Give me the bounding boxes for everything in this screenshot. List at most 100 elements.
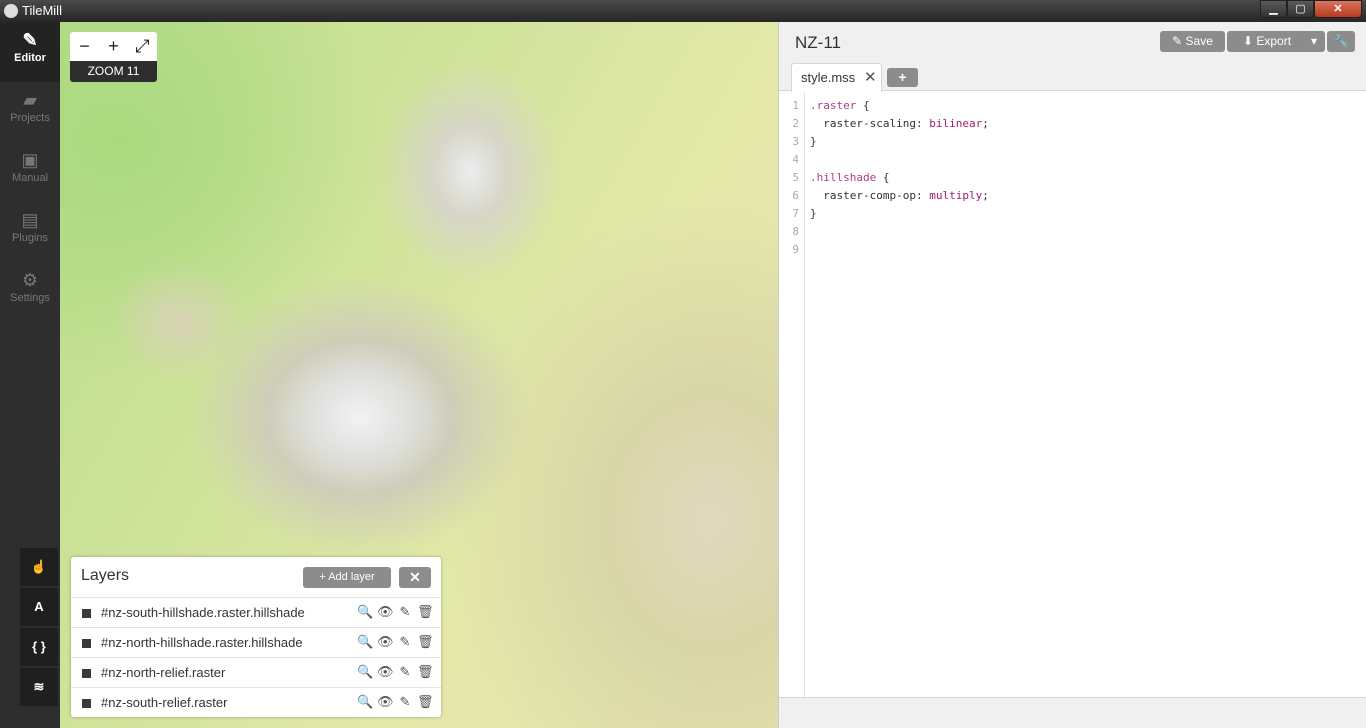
line-number: 7 (792, 207, 799, 220)
code-text: .hillshade { (810, 169, 889, 187)
zoom-level-label: ZOOM 11 (70, 61, 157, 82)
visibility-icon[interactable]: 👁 (377, 634, 394, 650)
visibility-icon[interactable]: 👁 (377, 664, 394, 680)
code-line[interactable]: 1 .raster { (779, 97, 1366, 115)
sidebar-item-editor[interactable]: ✎ Editor (0, 22, 60, 82)
layer-name: #nz-north-hillshade.raster.hillshade (101, 635, 303, 650)
add-stylesheet-button[interactable]: + (887, 68, 918, 87)
code-token: raster-scaling: (810, 117, 930, 130)
sidebar-item-label: Plugins (11, 232, 49, 244)
code-line[interactable]: 5 .hillshade { (779, 169, 1366, 187)
visibility-icon[interactable]: 👁 (377, 694, 394, 710)
editor-header: NZ-11 ✎ Save ⬇ Export ▾ 🔧 style.mss ✕ + (779, 22, 1366, 92)
sidebar-item-label: Settings (10, 292, 50, 304)
layer-type-icon (82, 699, 91, 708)
edit-icon[interactable]: ✎ (397, 664, 413, 680)
pointer-tool-button[interactable]: ☝ (20, 548, 58, 586)
close-layers-button[interactable]: ✕ (399, 567, 431, 588)
line-number: 9 (792, 243, 799, 256)
code-area[interactable]: 1 .raster {2 raster-scaling: bilinear; 3} 4… (779, 97, 1366, 259)
font-tool-button[interactable]: A (20, 588, 58, 626)
zoom-buttons: − + ⤢ (70, 32, 157, 61)
code-line[interactable]: 6 raster-comp-op: multiply; (779, 187, 1366, 205)
visibility-icon[interactable]: 👁 (377, 604, 394, 620)
code-editor-panel: NZ-11 ✎ Save ⬇ Export ▾ 🔧 style.mss ✕ + … (778, 22, 1366, 728)
edit-icon[interactable]: ✎ (397, 694, 413, 710)
maximize-button[interactable]: ▢ (1287, 0, 1314, 18)
layer-row[interactable]: #nz-south-hillshade.raster.hillshade 🔍 👁… (71, 597, 441, 627)
carto-tool-button[interactable]: { } (20, 628, 58, 666)
plugin-icon: ▤ (21, 210, 39, 230)
code-line[interactable]: 2 raster-scaling: bilinear; (779, 115, 1366, 133)
line-number: 1 (792, 99, 799, 112)
delete-icon[interactable]: 🗑 (417, 634, 434, 650)
inspect-icon[interactable]: 🔍 (357, 604, 373, 620)
line-number: 2 (792, 117, 799, 130)
line-number: 6 (792, 189, 799, 202)
project-title: NZ-11 (795, 33, 841, 52)
code-text: raster-scaling: bilinear; (810, 115, 989, 133)
sidebar-item-manual[interactable]: ▣ Manual (0, 142, 60, 202)
code-text: } (810, 205, 817, 223)
sidebar-item-plugins[interactable]: ▤ Plugins (0, 202, 60, 262)
css-selector: .hillshade (810, 171, 877, 184)
css-selector: .raster (810, 99, 857, 112)
code-token: } (810, 135, 817, 148)
zoom-control: − + ⤢ ZOOM 11 (70, 32, 157, 82)
code-token: ; (982, 117, 989, 130)
window-title: TileMill (22, 3, 62, 18)
code-line[interactable]: 9 (779, 241, 1366, 259)
tab-style-mss[interactable]: style.mss ✕ (791, 63, 882, 92)
inspect-icon[interactable]: 🔍 (357, 664, 373, 680)
edit-icon[interactable]: ✎ (397, 604, 413, 620)
fullscreen-button[interactable]: ⤢ (128, 32, 157, 61)
inspect-icon[interactable]: 🔍 (357, 694, 373, 710)
sidebar-item-label: Editor (14, 52, 46, 64)
line-number: 8 (792, 225, 799, 238)
inspect-icon[interactable]: 🔍 (357, 634, 373, 650)
line-number: 4 (792, 153, 799, 166)
layer-row[interactable]: #nz-south-relief.raster 🔍 👁 ✎ 🗑 (71, 687, 441, 717)
edit-icon[interactable]: ✎ (397, 634, 413, 650)
layers-title: Layers (81, 567, 130, 584)
gear-icon: ⚙ (21, 270, 39, 290)
folder-icon: ▰ (23, 90, 37, 110)
code-text: } (810, 133, 817, 151)
add-layer-button[interactable]: + Add layer (303, 567, 391, 588)
save-button[interactable]: ✎ Save (1160, 31, 1225, 52)
delete-icon[interactable]: 🗑 (417, 694, 434, 710)
delete-icon[interactable]: 🗑 (417, 604, 434, 620)
wrench-icon[interactable]: 🔧 (1327, 31, 1355, 52)
export-button[interactable]: ⬇ Export (1227, 31, 1307, 52)
css-value: bilinear (929, 117, 983, 130)
layers-tool-button[interactable]: ≋ (20, 668, 58, 706)
layer-row[interactable]: #nz-north-hillshade.raster.hillshade 🔍 👁… (71, 627, 441, 657)
sidebar: ✎ Editor ▰ Projects ▣ Manual ▤ Plugins ⚙… (0, 22, 60, 728)
minimize-button[interactable]: ▁ (1260, 0, 1287, 18)
delete-icon[interactable]: 🗑 (417, 664, 434, 680)
code-line[interactable]: 3} (779, 133, 1366, 151)
code-text: .raster { (810, 97, 870, 115)
sidebar-item-settings[interactable]: ⚙ Settings (0, 262, 60, 322)
tab-label: style.mss (801, 70, 856, 85)
layer-type-icon (82, 639, 91, 648)
sidebar-item-projects[interactable]: ▰ Projects (0, 82, 60, 142)
line-number: 5 (792, 171, 799, 184)
title-bar: TileMill ▁ ▢ ✕ (0, 0, 1366, 22)
book-icon: ▣ (21, 150, 39, 170)
close-window-button[interactable]: ✕ (1314, 0, 1362, 18)
code-line[interactable]: 7} (779, 205, 1366, 223)
layer-name: #nz-south-relief.raster (101, 695, 228, 710)
export-dropdown-icon[interactable]: ▾ (1303, 31, 1325, 52)
layer-type-icon (82, 609, 91, 618)
layer-name: #nz-south-hillshade.raster.hillshade (101, 605, 305, 620)
line-number: 3 (792, 135, 799, 148)
code-line[interactable]: 4 (779, 151, 1366, 169)
editor-footer (779, 697, 1366, 728)
zoom-in-button[interactable]: + (99, 32, 128, 61)
layer-row[interactable]: #nz-north-relief.raster 🔍 👁 ✎ 🗑 (71, 657, 441, 687)
tilemill-logo-icon (4, 4, 18, 18)
code-line[interactable]: 8 (779, 223, 1366, 241)
close-tab-icon[interactable]: ✕ (864, 68, 877, 86)
zoom-out-button[interactable]: − (70, 32, 99, 61)
